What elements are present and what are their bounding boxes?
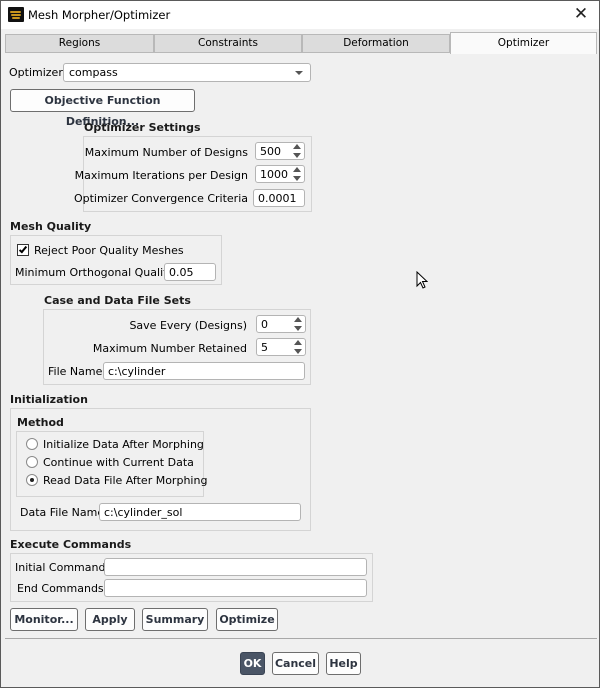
case-data-group: Save Every (Designs) Maximum Number Reta… xyxy=(43,309,311,385)
optimize-button[interactable]: Optimize xyxy=(216,608,278,631)
mouse-cursor-icon xyxy=(416,271,428,289)
radio-read-data-file[interactable] xyxy=(26,474,38,486)
save-every-spinner[interactable] xyxy=(256,315,306,333)
optimizer-label: Optimizer xyxy=(9,66,63,79)
apply-button[interactable]: Apply xyxy=(85,608,135,631)
max-retained-spinner[interactable] xyxy=(256,338,306,356)
max-iterations-spinner[interactable] xyxy=(255,165,305,183)
reject-poor-meshes-checkbox[interactable] xyxy=(17,244,29,256)
execute-commands-header: Execute Commands xyxy=(10,538,132,551)
end-commands-input[interactable] xyxy=(104,579,367,597)
read-data-file-label: Read Data File After Morphing xyxy=(43,474,208,487)
mesh-quality-header: Mesh Quality xyxy=(10,220,92,233)
tab-constraints[interactable]: Constraints xyxy=(154,34,302,53)
min-orthogonal-input[interactable] xyxy=(164,263,216,281)
spin-arrows-icon[interactable] xyxy=(293,317,303,332)
max-designs-label: Maximum Number of Designs xyxy=(84,146,248,159)
spin-arrows-icon[interactable] xyxy=(292,167,302,182)
initialization-group: Method Initialize Data After Morphing Co… xyxy=(10,408,311,531)
tab-deformation[interactable]: Deformation xyxy=(302,34,450,53)
optimizer-dropdown[interactable]: compass xyxy=(63,63,311,82)
objective-function-button[interactable]: Objective Function Definition... xyxy=(10,89,195,128)
tab-regions[interactable]: Regions xyxy=(5,34,154,53)
max-designs-spinner[interactable] xyxy=(255,142,305,160)
cancel-button[interactable]: Cancel xyxy=(272,652,319,675)
close-icon[interactable]: ✕ xyxy=(569,4,593,26)
tab-bar: Regions Constraints Deformation Optimize… xyxy=(5,32,597,54)
window-title: Mesh Morpher/Optimizer xyxy=(28,8,171,22)
save-every-label: Save Every (Designs) xyxy=(129,319,247,332)
ok-button[interactable]: OK xyxy=(240,652,265,675)
initial-commands-input[interactable] xyxy=(104,558,367,576)
initialization-header: Initialization xyxy=(10,393,88,406)
optimizer-settings-header: Optimizer Settings xyxy=(84,121,201,134)
mesh-quality-group: Reject Poor Quality Meshes Minimum Ortho… xyxy=(10,235,222,285)
case-data-header: Case and Data File Sets xyxy=(44,294,191,307)
continue-current-data-label: Continue with Current Data xyxy=(43,456,194,469)
data-file-name-input[interactable] xyxy=(99,503,301,521)
footer-divider xyxy=(5,638,597,639)
convergence-input[interactable] xyxy=(253,189,305,207)
method-header: Method xyxy=(17,416,64,429)
initial-commands-label: Initial Commands xyxy=(15,561,112,574)
initialize-after-morphing-label: Initialize Data After Morphing xyxy=(43,438,204,451)
file-name-label: File Name xyxy=(48,365,103,378)
radio-continue-current-data[interactable] xyxy=(26,456,38,468)
mesh-morpher-dialog: Mesh Morpher/Optimizer ✕ Regions Constra… xyxy=(0,0,600,688)
monitor-button[interactable]: Monitor... xyxy=(10,608,78,631)
min-orthogonal-label: Minimum Orthogonal Quality xyxy=(15,266,174,279)
optimizer-settings-group: Maximum Number of Designs Maximum Iterat… xyxy=(74,136,312,212)
summary-button[interactable]: Summary xyxy=(142,608,208,631)
chevron-down-icon xyxy=(295,71,303,75)
tab-optimizer[interactable]: Optimizer xyxy=(450,32,597,54)
method-radio-group: Initialize Data After Morphing Continue … xyxy=(16,431,208,497)
checkmark-icon xyxy=(18,244,28,254)
title-bar: Mesh Morpher/Optimizer ✕ xyxy=(1,1,599,29)
end-commands-label: End Commands xyxy=(17,582,104,595)
reject-poor-meshes-label: Reject Poor Quality Meshes xyxy=(34,244,184,257)
optimizer-selected-value: compass xyxy=(69,66,118,79)
spin-arrows-icon[interactable] xyxy=(293,340,303,355)
app-logo-icon xyxy=(8,7,24,22)
convergence-label: Optimizer Convergence Criteria xyxy=(73,192,248,205)
max-retained-label: Maximum Number Retained xyxy=(92,342,247,355)
radio-initialize-after-morphing[interactable] xyxy=(26,438,38,450)
data-file-name-label: Data File Name xyxy=(20,506,105,519)
execute-commands-group: Initial Commands End Commands xyxy=(10,553,373,602)
help-button[interactable]: Help xyxy=(326,652,361,675)
max-iterations-label: Maximum Iterations per Design xyxy=(74,169,248,182)
spin-arrows-icon[interactable] xyxy=(292,144,302,159)
file-name-input[interactable] xyxy=(103,362,305,380)
